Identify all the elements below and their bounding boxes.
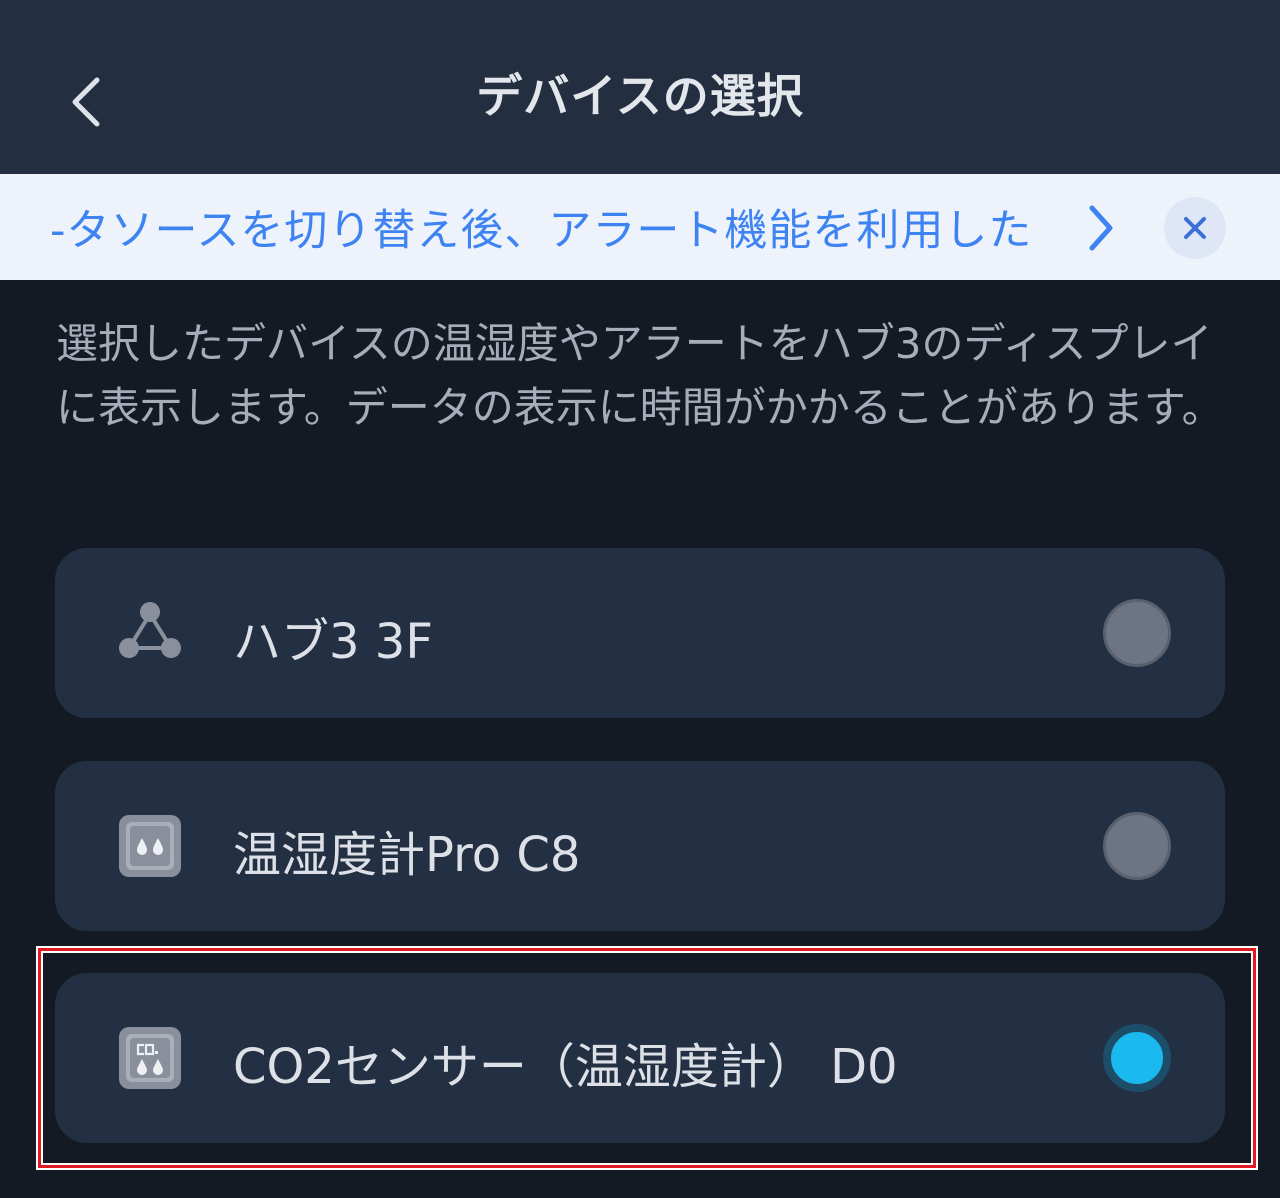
device-item-co2-sensor[interactable]: CO2センサー（温湿度計） D0 (55, 973, 1225, 1143)
hub-icon (119, 602, 181, 658)
co2-sensor-icon (119, 1027, 181, 1089)
notice-text: -タソースを切り替え後、アラート機能を利用した (50, 206, 1033, 256)
chevron-right-icon[interactable] (1080, 200, 1120, 256)
description-text: 選択したデバイスの温湿度やアラートをハブ3のディスプレイに表示します。データの表… (56, 319, 1224, 432)
device-item-thermo-hygrometer[interactable]: 温湿度計Pro C8 (55, 761, 1225, 931)
top-bar: デバイスの選択 (0, 0, 1280, 174)
notice-close-button[interactable] (1164, 197, 1226, 259)
device-radio[interactable] (1103, 599, 1171, 667)
page-title: デバイスの選択 (476, 69, 804, 123)
device-radio-selected[interactable] (1103, 1024, 1171, 1092)
close-icon (1184, 217, 1206, 239)
device-item-hub[interactable]: ハブ3 3F (55, 548, 1225, 718)
device-radio[interactable] (1103, 812, 1171, 880)
thermo-hygrometer-icon (119, 815, 181, 877)
device-name: 温湿度計Pro C8 (233, 827, 581, 883)
device-name: ハブ3 3F (233, 614, 433, 670)
device-name: CO2センサー（温湿度計） D0 (233, 1039, 898, 1095)
